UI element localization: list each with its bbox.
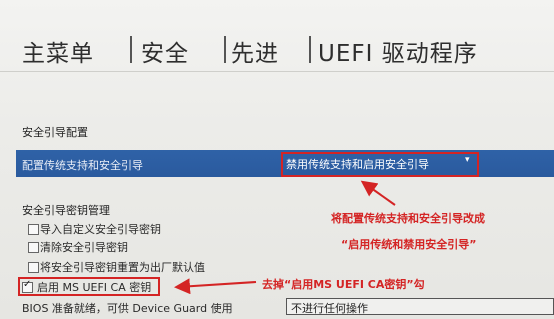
annotation-arrows [174,180,396,295]
annotation-note-2: 去掉“启用MS UEFI CA密钥”勾 [262,278,425,291]
annotation-arrow-1 [360,180,396,206]
annotation-arrow-2 [174,278,257,295]
annotation-note-1-line1: 将配置传统支持和安全引导改成 [331,212,485,225]
annotation-note-1-line2: “启用传统和禁用安全引导” [341,238,477,251]
